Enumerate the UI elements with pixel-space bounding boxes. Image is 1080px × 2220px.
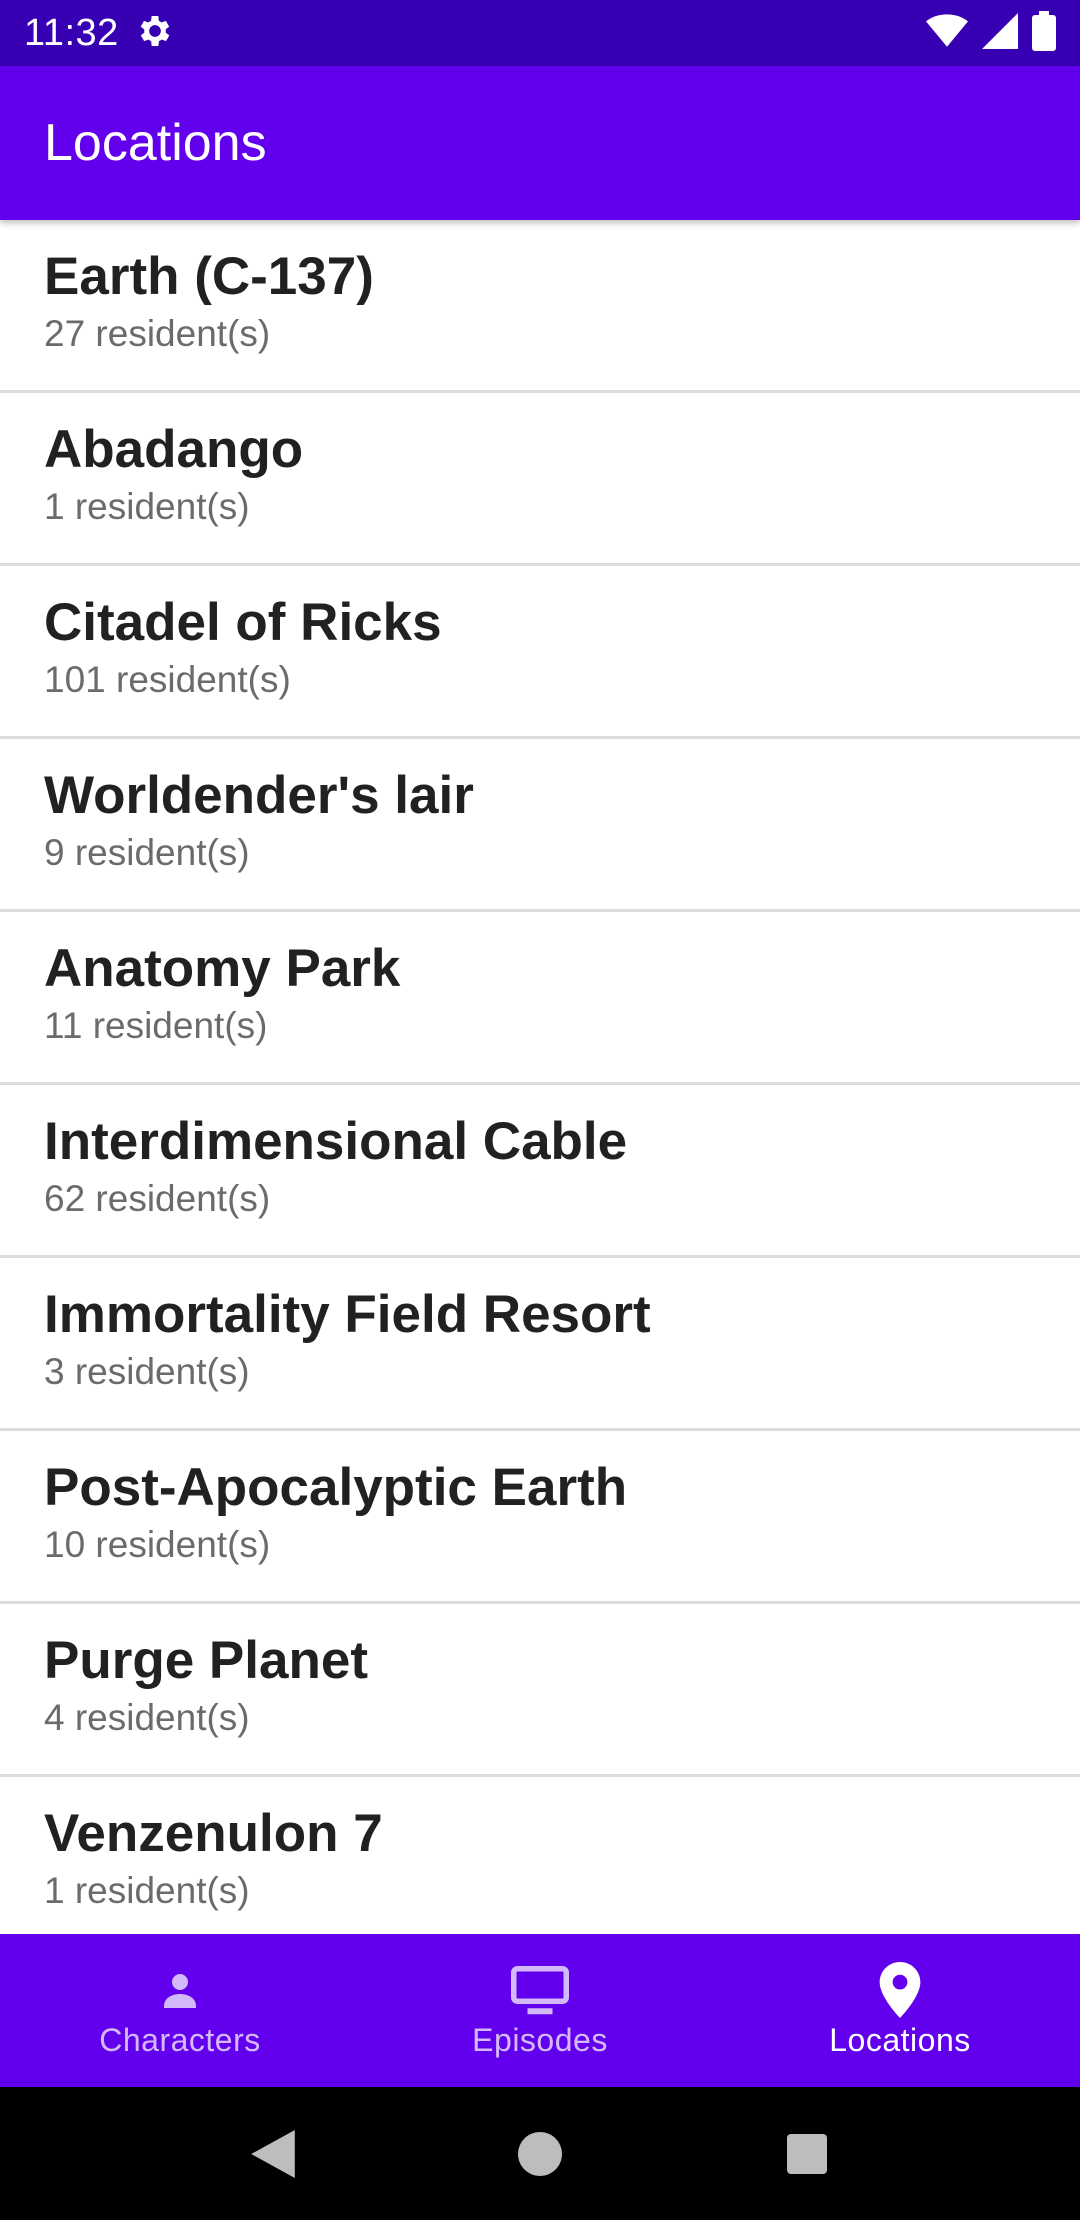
location-residents: 1 resident(s) — [44, 486, 250, 527]
location-residents: 101 resident(s) — [44, 659, 291, 700]
location-name: Anatomy Park — [44, 939, 401, 998]
nav-characters[interactable]: Characters — [0, 1934, 360, 2087]
list-item[interactable]: Worldender's lair 9 resident(s) — [0, 739, 1080, 912]
location-name: Post-Apocalyptic Earth — [44, 1458, 628, 1517]
location-residents: 62 resident(s) — [44, 1178, 271, 1219]
location-pin-icon — [878, 1962, 922, 2018]
location-residents: 11 resident(s) — [44, 1005, 268, 1046]
tv-icon — [510, 1962, 570, 2018]
list-item[interactable]: Immortality Field Resort 3 resident(s) — [0, 1258, 1080, 1431]
battery-icon — [1032, 10, 1056, 56]
nav-label: Locations — [829, 2022, 971, 2058]
home-icon[interactable] — [500, 2114, 580, 2194]
location-residents: 9 resident(s) — [44, 832, 250, 873]
list-item[interactable]: Post-Apocalyptic Earth 10 resident(s) — [0, 1431, 1080, 1604]
nav-locations[interactable]: Locations — [720, 1934, 1080, 2087]
bottom-nav: Characters Episodes Locations — [0, 1934, 1080, 2087]
person-icon — [156, 1962, 204, 2018]
location-name: Citadel of Ricks — [44, 593, 442, 652]
list-item[interactable]: Venzenulon 7 1 resident(s) — [0, 1777, 1080, 1934]
location-name: Worldender's lair — [44, 766, 474, 825]
location-name: Venzenulon 7 — [44, 1804, 383, 1863]
locations-list[interactable]: Earth (C-137) 27 resident(s) Abadango 1 … — [0, 220, 1080, 1934]
nav-label: Characters — [99, 2022, 261, 2058]
app-bar: Locations — [0, 66, 1080, 220]
location-name: Purge Planet — [44, 1631, 368, 1690]
page-title: Locations — [44, 114, 267, 172]
system-nav-bar — [0, 2087, 1080, 2220]
location-name: Interdimensional Cable — [44, 1112, 628, 1171]
location-residents: 1 resident(s) — [44, 1870, 250, 1911]
list-item[interactable]: Earth (C-137) 27 resident(s) — [0, 220, 1080, 393]
nav-label: Episodes — [472, 2022, 608, 2058]
location-name: Earth (C-137) — [44, 247, 374, 306]
list-item[interactable]: Abadango 1 resident(s) — [0, 393, 1080, 566]
status-bar: 11:32 — [0, 0, 1080, 66]
location-residents: 4 resident(s) — [44, 1697, 250, 1738]
status-time: 11:32 — [24, 11, 119, 54]
location-name: Immortality Field Resort — [44, 1285, 651, 1344]
list-item[interactable]: Purge Planet 4 resident(s) — [0, 1604, 1080, 1777]
nav-episodes[interactable]: Episodes — [360, 1934, 720, 2087]
location-residents: 10 resident(s) — [44, 1524, 271, 1565]
location-residents: 3 resident(s) — [44, 1351, 250, 1392]
status-left: 11:32 — [24, 11, 175, 56]
location-name: Abadango — [44, 420, 304, 479]
list-item[interactable]: Interdimensional Cable 62 resident(s) — [0, 1085, 1080, 1258]
list-item[interactable]: Anatomy Park 11 resident(s) — [0, 912, 1080, 1085]
signal-icon — [982, 12, 1018, 54]
location-residents: 27 resident(s) — [44, 313, 271, 354]
wifi-icon — [926, 13, 968, 54]
list-item[interactable]: Citadel of Ricks 101 resident(s) — [0, 566, 1080, 739]
settings-icon — [135, 11, 175, 56]
recents-icon[interactable] — [767, 2114, 847, 2194]
back-icon[interactable] — [233, 2114, 313, 2194]
status-right — [926, 10, 1056, 56]
